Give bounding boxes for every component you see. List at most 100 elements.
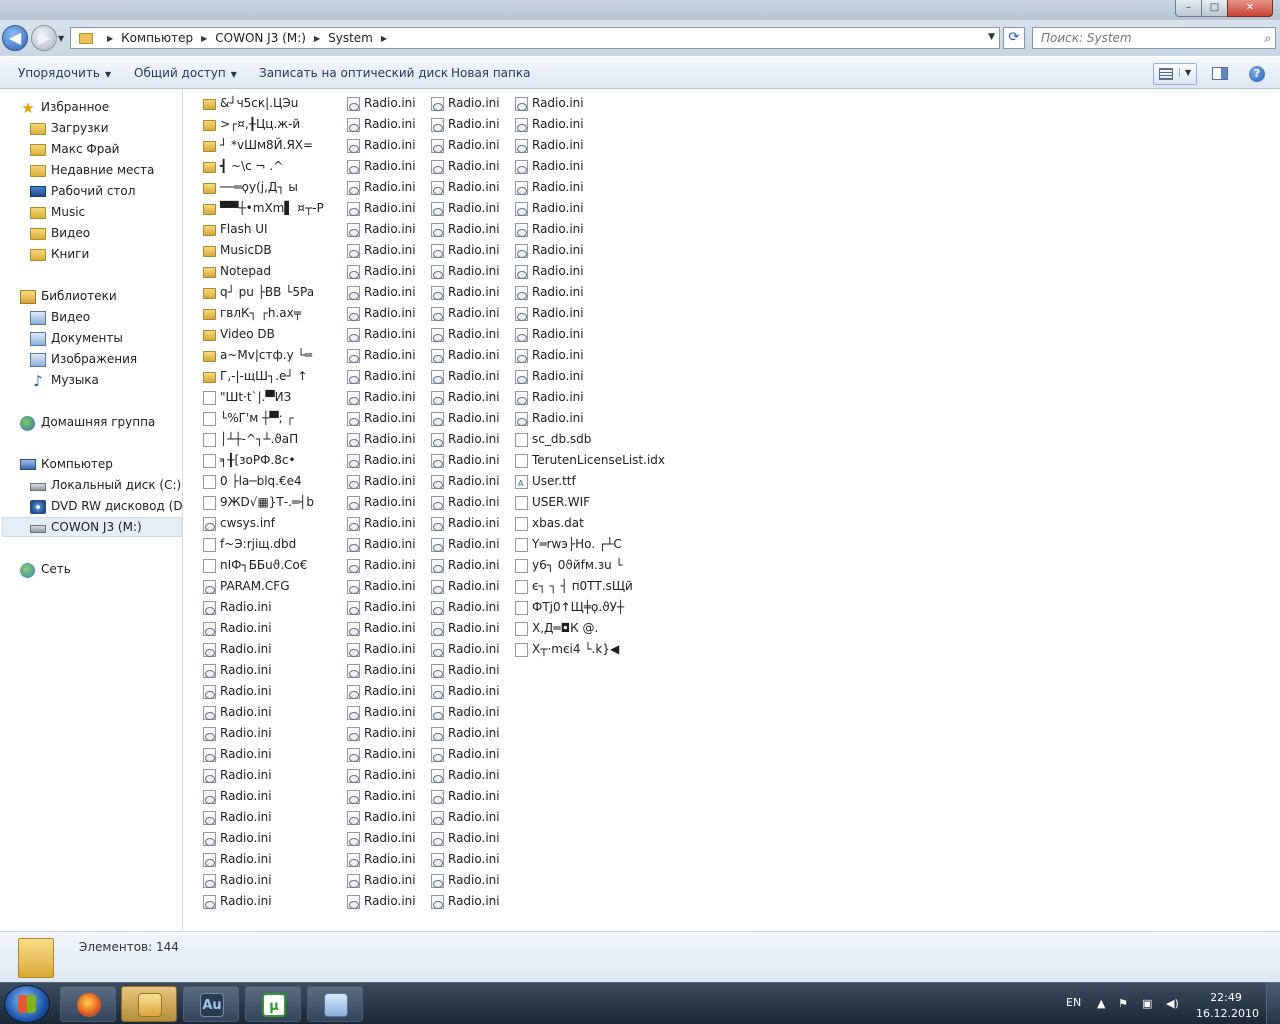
file-item[interactable]: Radio.ini (345, 576, 429, 597)
file-item[interactable]: Radio.ini (429, 828, 513, 849)
nav-homegroup[interactable]: Домашняя группа (20, 412, 180, 433)
burn-button[interactable]: Записать на оптический диск (259, 66, 448, 80)
show-desktop-button[interactable] (1266, 983, 1280, 1024)
action-center-flag-icon[interactable]: ⚑ (1118, 997, 1128, 1010)
file-item[interactable]: Radio.ini (345, 828, 429, 849)
file-item[interactable]: Radio.ini (345, 534, 429, 555)
organize-button[interactable]: Упорядочить ▼ (18, 66, 111, 80)
file-item[interactable]: Radio.ini (345, 429, 429, 450)
file-item[interactable]: User.ttf (513, 471, 713, 492)
nav-item-drive-m[interactable]: COWON J3 (M:) (30, 517, 180, 538)
file-item[interactable]: Radio.ini (429, 702, 513, 723)
chevron-right-icon[interactable]: ▶ (381, 34, 387, 43)
nav-item-lib-pictures[interactable]: Изображения (30, 349, 180, 370)
file-item[interactable]: Radio.ini (345, 891, 429, 912)
file-item[interactable]: Radio.ini (429, 366, 513, 387)
nav-libraries[interactable]: Библиотеки (20, 286, 180, 307)
file-item[interactable]: Y═rwэ├Ho. ┌┴С (513, 534, 713, 555)
nav-item-max-fray[interactable]: Макс Фрай (30, 139, 180, 160)
file-item[interactable]: Radio.ini (345, 870, 429, 891)
file-item[interactable]: Radio.ini (429, 471, 513, 492)
chevron-right-icon[interactable]: ▶ (314, 34, 320, 43)
file-item[interactable]: Radio.ini (345, 345, 429, 366)
file-item[interactable]: Radio.ini (345, 198, 429, 219)
file-item[interactable]: Radio.ini (513, 240, 713, 261)
file-item[interactable]: Radio.ini (513, 387, 713, 408)
file-item[interactable]: Radio.ini (513, 303, 713, 324)
file-item[interactable]: Radio.ini (513, 114, 713, 135)
chevron-down-icon[interactable]: ▼ (988, 32, 995, 42)
nav-item-downloads[interactable]: Загрузки (30, 118, 180, 139)
file-item[interactable]: Radio.ini (429, 282, 513, 303)
back-button[interactable]: ◀ (2, 25, 28, 51)
nav-computer[interactable]: Компьютер (20, 454, 180, 475)
file-item[interactable]: Radio.ini (345, 366, 429, 387)
file-item[interactable]: Radio.ini (345, 765, 429, 786)
new-folder-button[interactable]: Новая папка (451, 66, 530, 80)
file-item[interactable]: Radio.ini (429, 513, 513, 534)
file-item[interactable]: Radio.ini (513, 261, 713, 282)
file-item[interactable]: Radio.ini (429, 660, 513, 681)
file-item[interactable]: Radio.ini (513, 282, 713, 303)
nav-item-video[interactable]: Видео (30, 223, 180, 244)
file-item[interactable]: Radio.ini (345, 681, 429, 702)
minimize-button[interactable]: – (1175, 0, 1202, 17)
file-item[interactable]: Radio.ini (345, 387, 429, 408)
file-item[interactable]: Radio.ini (345, 408, 429, 429)
file-item[interactable]: Radio.ini (345, 450, 429, 471)
file-item[interactable]: USER.WIF (513, 492, 713, 513)
file-item[interactable]: Radio.ini (513, 366, 713, 387)
help-button[interactable]: ? (1249, 66, 1265, 82)
start-button[interactable] (4, 985, 50, 1023)
search-box[interactable]: ⌕ (1032, 27, 1276, 49)
file-item[interactable]: Radio.ini (429, 534, 513, 555)
file-item[interactable]: Radio.ini (345, 240, 429, 261)
file-item[interactable]: Radio.ini (513, 156, 713, 177)
file-item[interactable]: Radio.ini (513, 324, 713, 345)
taskbar-audition[interactable]: Au (183, 986, 239, 1022)
file-item[interactable]: є┐ ┐ ┤ п0ТТ.sЩй (513, 576, 713, 597)
file-item[interactable]: Radio.ini (429, 450, 513, 471)
file-item[interactable]: Radio.ini (429, 492, 513, 513)
taskbar-control-panel[interactable] (307, 986, 363, 1022)
chevron-right-icon[interactable]: ▶ (201, 34, 207, 43)
file-item[interactable]: Radio.ini (429, 324, 513, 345)
file-item[interactable]: Radio.ini (429, 156, 513, 177)
file-item[interactable]: Radio.ini (429, 240, 513, 261)
file-item[interactable]: Radio.ini (345, 660, 429, 681)
taskbar-explorer[interactable] (121, 986, 177, 1022)
file-item[interactable]: sc_db.sdb (513, 429, 713, 450)
volume-icon[interactable]: ◀) (1166, 997, 1179, 1010)
file-item[interactable]: Radio.ini (345, 849, 429, 870)
nav-item-drive-d[interactable]: DVD RW дисковод (D:) C (30, 496, 182, 517)
file-item[interactable]: Х,Д═◘К @. (513, 618, 713, 639)
file-item[interactable]: Radio.ini (429, 408, 513, 429)
file-item[interactable]: Radio.ini (345, 786, 429, 807)
file-item[interactable]: Radio.ini (345, 807, 429, 828)
file-item[interactable]: Radio.ini (345, 492, 429, 513)
address-bar[interactable]: ▶ Компьютер ▶ COWON J3 (M:) ▶ System ▶ ▼ (70, 27, 1000, 49)
file-item[interactable]: Radio.ini (513, 219, 713, 240)
file-item[interactable]: Radio.ini (345, 471, 429, 492)
taskbar-firefox[interactable] (60, 986, 116, 1022)
breadcrumb-drive[interactable]: COWON J3 (M:) (215, 31, 306, 45)
recent-pages-dropdown[interactable]: ▼ (58, 34, 64, 43)
file-item[interactable]: Radio.ini (429, 786, 513, 807)
nav-item-books[interactable]: Книги (30, 244, 180, 265)
file-item[interactable]: Radio.ini (513, 135, 713, 156)
file-item[interactable]: Radio.ini (429, 639, 513, 660)
file-item[interactable]: Radio.ini (429, 723, 513, 744)
file-item[interactable]: Radio.ini (345, 93, 429, 114)
file-item[interactable]: xbas.dat (513, 513, 713, 534)
file-item[interactable]: Radio.ini (345, 324, 429, 345)
search-input[interactable] (1041, 31, 1241, 45)
file-item[interactable]: Radio.ini (513, 177, 713, 198)
file-item[interactable]: Radio.ini (429, 618, 513, 639)
nav-favorites[interactable]: ★ Избранное (20, 97, 180, 118)
file-item[interactable]: Radio.ini (513, 408, 713, 429)
file-item[interactable]: Radio.ini (345, 177, 429, 198)
file-item[interactable]: Radio.ini (429, 681, 513, 702)
maximize-button[interactable]: □ (1201, 0, 1228, 17)
file-item[interactable]: Radio.ini (345, 597, 429, 618)
file-item[interactable]: Radio.ini (429, 198, 513, 219)
